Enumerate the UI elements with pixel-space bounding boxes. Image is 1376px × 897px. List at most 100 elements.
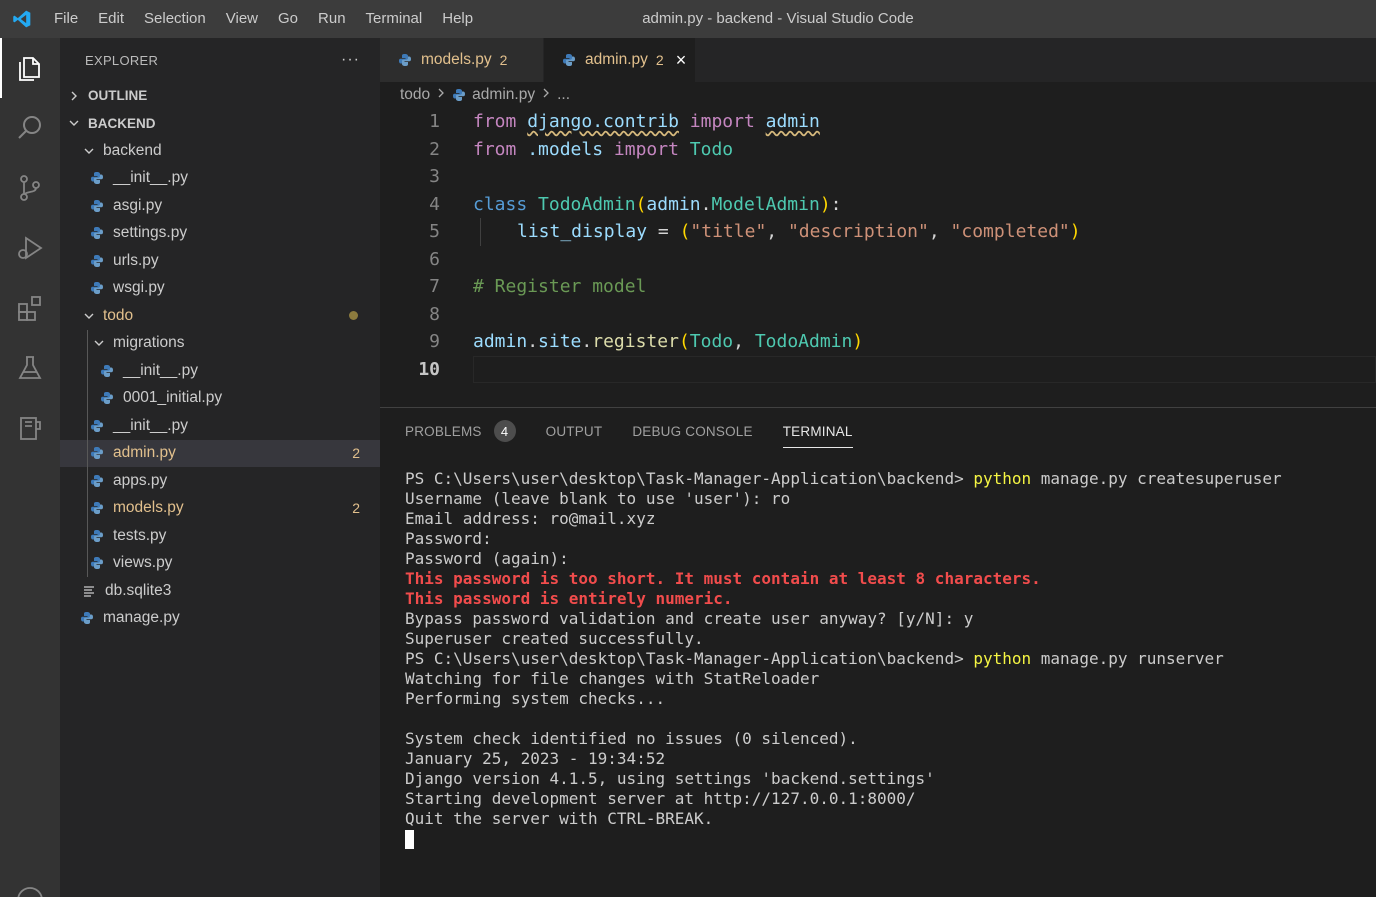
chevron-right-icon xyxy=(436,86,446,104)
indent-guide xyxy=(87,439,88,467)
line-number: 1 xyxy=(429,111,440,133)
line-number: 3 xyxy=(429,166,440,188)
testing-icon[interactable] xyxy=(0,338,60,398)
terminal-line: Django version 4.1.5, using settings 'ba… xyxy=(405,769,935,788)
explorer-header: EXPLORER ··· xyxy=(60,38,380,82)
menu-edit[interactable]: Edit xyxy=(88,0,134,38)
terminal-line: Username (leave blank to use 'user'): ro xyxy=(405,489,791,508)
tree-folder-backend[interactable]: backend xyxy=(60,137,380,165)
menu-bar: File Edit Selection View Go Run Terminal… xyxy=(44,0,483,38)
python-file-icon xyxy=(80,611,94,625)
python-file-icon xyxy=(100,364,114,378)
python-file-icon xyxy=(90,199,104,213)
indent-guide xyxy=(87,522,88,550)
terminal-line: Bypass password validation and create us… xyxy=(405,609,974,628)
tree-file[interactable]: asgi.py xyxy=(60,192,380,220)
menu-file[interactable]: File xyxy=(44,0,88,38)
chevron-down-icon xyxy=(66,115,82,131)
terminal-line: System check identified no issues (0 sil… xyxy=(405,729,858,748)
terminal-cursor xyxy=(405,830,414,849)
terminal-line: Superuser created successfully. xyxy=(405,629,704,648)
python-file-icon xyxy=(90,226,104,240)
tree-file[interactable]: urls.py xyxy=(60,247,380,275)
python-file-icon xyxy=(398,53,412,67)
python-file-icon xyxy=(90,254,104,268)
tree-folder-migrations[interactable]: migrations xyxy=(60,329,380,357)
tree-file-admin-selected[interactable]: admin.py 2 xyxy=(60,439,380,467)
chevron-right-icon xyxy=(66,88,82,104)
source-control-icon[interactable] xyxy=(0,158,60,218)
tree-file[interactable]: __init__.py xyxy=(60,165,380,193)
notebook-icon[interactable] xyxy=(0,398,60,458)
tab-admin[interactable]: admin.py 2 × xyxy=(544,38,696,82)
tree-file[interactable]: apps.py xyxy=(60,467,380,495)
extensions-icon[interactable] xyxy=(0,278,60,338)
tree-file[interactable]: tests.py xyxy=(60,522,380,550)
menu-terminal[interactable]: Terminal xyxy=(356,0,433,38)
line-number: 10 xyxy=(418,358,440,380)
breadcrumb-file[interactable]: admin.py xyxy=(472,86,535,104)
outline-section[interactable]: OUTLINE xyxy=(60,82,380,110)
python-file-icon xyxy=(90,556,104,570)
code-editor[interactable]: 1 from django.contrib import admin 2 fro… xyxy=(380,108,1376,383)
menu-selection[interactable]: Selection xyxy=(134,0,216,38)
python-file-icon xyxy=(452,88,466,102)
tab-output[interactable]: OUTPUT xyxy=(546,408,603,454)
account-icon[interactable] xyxy=(0,870,60,897)
menu-run[interactable]: Run xyxy=(308,0,356,38)
problem-count-badge: 2 xyxy=(352,445,360,462)
code-line: 8 xyxy=(380,301,1376,329)
search-icon[interactable] xyxy=(0,98,60,158)
tree-folder-todo[interactable]: todo xyxy=(60,302,380,330)
chevron-down-icon xyxy=(81,143,97,159)
python-file-icon xyxy=(90,281,104,295)
tab-models[interactable]: models.py 2 xyxy=(380,38,544,82)
python-file-icon xyxy=(90,501,104,515)
tree-file[interactable]: __init__.py xyxy=(60,412,380,440)
line-number: 6 xyxy=(429,248,440,270)
terminal-error-line: This password is entirely numeric. xyxy=(405,589,733,608)
terminal-output[interactable]: PS C:\Users\user\desktop\Task-Manager-Ap… xyxy=(380,454,1376,849)
tree-file[interactable]: manage.py xyxy=(60,605,380,633)
tree-file[interactable]: 0001_initial.py xyxy=(60,384,380,412)
terminal-error-line: This password is too short. It must cont… xyxy=(405,569,1041,588)
database-file-icon xyxy=(82,584,96,598)
terminal-line: Quit the server with CTRL-BREAK. xyxy=(405,809,714,828)
menu-view[interactable]: View xyxy=(216,0,268,38)
run-debug-icon[interactable] xyxy=(0,218,60,278)
line-number: 5 xyxy=(429,221,440,243)
more-actions-icon[interactable]: ··· xyxy=(341,51,360,69)
close-icon[interactable]: × xyxy=(676,50,687,71)
tab-terminal[interactable]: TERMINAL xyxy=(782,408,853,454)
python-file-icon xyxy=(90,419,104,433)
terminal-line: Starting development server at http://12… xyxy=(405,789,916,808)
terminal-line: Performing system checks... xyxy=(405,689,666,708)
tree-file[interactable]: __init__.py xyxy=(60,357,380,385)
indent-guide xyxy=(87,384,88,412)
tab-label: models.py xyxy=(421,51,492,68)
workspace-section[interactable]: BACKEND xyxy=(60,110,380,138)
python-file-icon xyxy=(90,474,104,488)
tree-file[interactable]: views.py xyxy=(60,549,380,577)
vscode-logo-icon xyxy=(0,0,44,38)
explorer-icon[interactable] xyxy=(0,38,60,98)
code-comment: # Register model xyxy=(473,276,647,298)
python-file-icon xyxy=(562,53,576,67)
tab-debug-console[interactable]: DEBUG CONSOLE xyxy=(632,408,752,454)
chevron-right-icon xyxy=(541,86,551,104)
tree-file[interactable]: db.sqlite3 xyxy=(60,577,380,605)
tab-problem-count: 2 xyxy=(655,52,664,68)
terminal-line: Password (again): xyxy=(405,549,569,568)
breadcrumb-folder[interactable]: todo xyxy=(400,86,430,104)
code-line-current: 10 xyxy=(380,355,1376,383)
menu-help[interactable]: Help xyxy=(432,0,483,38)
tree-file-models[interactable]: models.py 2 xyxy=(60,494,380,522)
tree-file[interactable]: wsgi.py xyxy=(60,275,380,303)
menu-go[interactable]: Go xyxy=(268,0,308,38)
editor-tabs: models.py 2 admin.py 2 × xyxy=(380,38,1376,82)
indent-guide xyxy=(87,357,88,385)
tab-problems[interactable]: PROBLEMS 4 xyxy=(405,408,516,454)
code-line: 5 list_display = ("title", "description"… xyxy=(380,218,1376,246)
breadcrumb-more[interactable]: ... xyxy=(557,86,570,104)
tree-file[interactable]: settings.py xyxy=(60,220,380,248)
